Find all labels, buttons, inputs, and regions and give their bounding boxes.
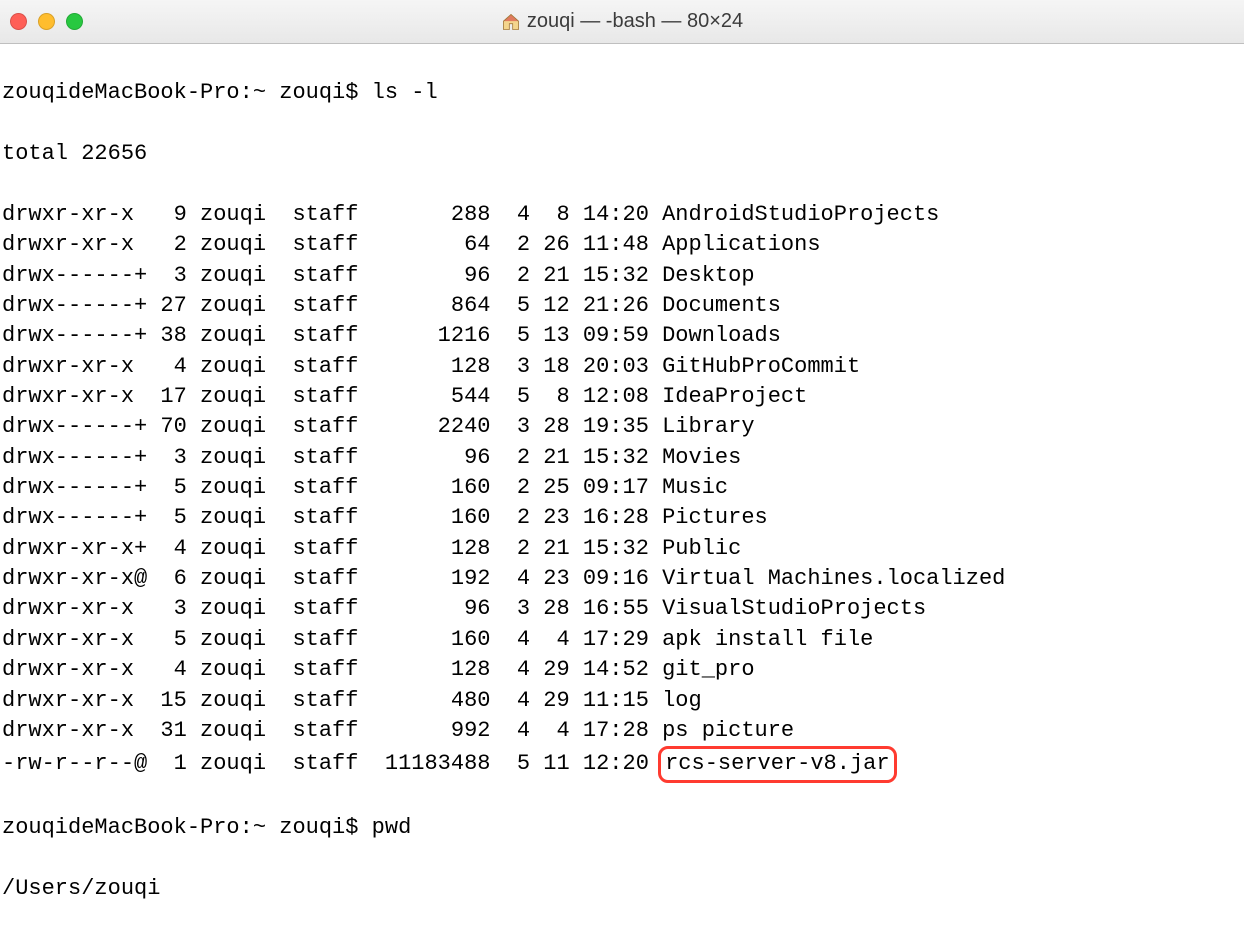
prompt-line: zouqideMacBook-Pro:~ zouqi$ ls -l: [2, 78, 1244, 108]
window-title: zouqi — -bash — 80×24: [0, 8, 1244, 36]
listing-filename: VisualStudioProjects: [662, 596, 926, 621]
listing-meta: drwxr-xr-x 31 zouqi staff 992 4 4 17:28: [2, 718, 662, 743]
listing-row: drwxr-xr-x 2 zouqi staff 64 2 26 11:48 A…: [2, 230, 1244, 260]
pwd-output: /Users/zouqi: [2, 874, 1244, 904]
listing-filename: ps picture: [662, 718, 794, 743]
listing-meta: drwxr-xr-x 4 zouqi staff 128 4 29 14:52: [2, 657, 662, 682]
listing-meta: drwxr-xr-x+ 4 zouqi staff 128 2 21 15:32: [2, 536, 662, 561]
listing-meta: drwxr-xr-x 5 zouqi staff 160 4 4 17:29: [2, 627, 662, 652]
listing-row: drwxr-xr-x 15 zouqi staff 480 4 29 11:15…: [2, 686, 1244, 716]
listing-row: drwx------+ 38 zouqi staff 1216 5 13 09:…: [2, 321, 1244, 351]
listing-filename: Applications: [662, 232, 820, 257]
listing-row: drwxr-xr-x+ 4 zouqi staff 128 2 21 15:32…: [2, 534, 1244, 564]
listing-filename: git_pro: [662, 657, 754, 682]
listing-filename: Virtual Machines.localized: [662, 566, 1005, 591]
listing-filename: Documents: [662, 293, 781, 318]
listing-meta: drwxr-xr-x 2 zouqi staff 64 2 26 11:48: [2, 232, 662, 257]
listing-meta: drwx------+ 5 zouqi staff 160 2 25 09:17: [2, 475, 662, 500]
listing-filename: Music: [662, 475, 728, 500]
file-listing: drwxr-xr-x 9 zouqi staff 288 4 8 14:20 A…: [2, 200, 1244, 783]
listing-meta: drwxr-xr-x 4 zouqi staff 128 3 18 20:03: [2, 354, 662, 379]
listing-row: drwx------+ 70 zouqi staff 2240 3 28 19:…: [2, 412, 1244, 442]
listing-filename: Pictures: [662, 505, 768, 530]
listing-row: drwxr-xr-x 3 zouqi staff 96 3 28 16:55 V…: [2, 594, 1244, 624]
listing-meta: drwx------+ 3 zouqi staff 96 2 21 15:32: [2, 263, 662, 288]
listing-row: drwxr-xr-x 4 zouqi staff 128 4 29 14:52 …: [2, 655, 1244, 685]
listing-row: drwxr-xr-x 9 zouqi staff 288 4 8 14:20 A…: [2, 200, 1244, 230]
traffic-lights: [10, 13, 83, 30]
total-line: total 22656: [2, 139, 1244, 169]
window-title-text: zouqi — -bash — 80×24: [527, 8, 743, 36]
listing-row: -rw-r--r--@ 1 zouqi staff 11183488 5 11 …: [2, 746, 1244, 782]
listing-filename: Downloads: [662, 323, 781, 348]
listing-row: drwxr-xr-x@ 6 zouqi staff 192 4 23 09:16…: [2, 564, 1244, 594]
listing-meta: drwx------+ 27 zouqi staff 864 5 12 21:2…: [2, 293, 662, 318]
listing-filename: apk install file: [662, 627, 873, 652]
terminal-output[interactable]: zouqideMacBook-Pro:~ zouqi$ ls -l total …: [0, 44, 1244, 934]
listing-row: drwx------+ 27 zouqi staff 864 5 12 21:2…: [2, 291, 1244, 321]
listing-meta: drwxr-xr-x 9 zouqi staff 288 4 8 14:20: [2, 202, 662, 227]
listing-row: drwx------+ 3 zouqi staff 96 2 21 15:32 …: [2, 443, 1244, 473]
listing-meta: drwx------+ 3 zouqi staff 96 2 21 15:32: [2, 445, 662, 470]
listing-meta: drwx------+ 5 zouqi staff 160 2 23 16:28: [2, 505, 662, 530]
listing-filename: Public: [662, 536, 741, 561]
highlighted-filename: rcs-server-v8.jar: [658, 746, 896, 782]
listing-row: drwxr-xr-x 4 zouqi staff 128 3 18 20:03 …: [2, 352, 1244, 382]
listing-meta: drwxr-xr-x@ 6 zouqi staff 192 4 23 09:16: [2, 566, 662, 591]
listing-filename: Library: [662, 414, 754, 439]
zoom-icon[interactable]: [66, 13, 83, 30]
listing-filename: Desktop: [662, 263, 754, 288]
prompt-line: zouqideMacBook-Pro:~ zouqi$ pwd: [2, 813, 1244, 843]
listing-filename: GitHubProCommit: [662, 354, 860, 379]
listing-meta: drwx------+ 38 zouqi staff 1216 5 13 09:…: [2, 323, 662, 348]
window-title-bar: zouqi — -bash — 80×24: [0, 0, 1244, 44]
listing-row: drwxr-xr-x 5 zouqi staff 160 4 4 17:29 a…: [2, 625, 1244, 655]
minimize-icon[interactable]: [38, 13, 55, 30]
listing-row: drwx------+ 5 zouqi staff 160 2 25 09:17…: [2, 473, 1244, 503]
close-icon[interactable]: [10, 13, 27, 30]
listing-filename: Movies: [662, 445, 741, 470]
listing-meta: drwxr-xr-x 17 zouqi staff 544 5 8 12:08: [2, 384, 662, 409]
listing-filename: IdeaProject: [662, 384, 807, 409]
listing-meta: drwxr-xr-x 15 zouqi staff 480 4 29 11:15: [2, 688, 662, 713]
listing-meta: drwxr-xr-x 3 zouqi staff 96 3 28 16:55: [2, 596, 662, 621]
listing-row: drwxr-xr-x 17 zouqi staff 544 5 8 12:08 …: [2, 382, 1244, 412]
listing-row: drwxr-xr-x 31 zouqi staff 992 4 4 17:28 …: [2, 716, 1244, 746]
listing-meta: drwx------+ 70 zouqi staff 2240 3 28 19:…: [2, 414, 662, 439]
listing-row: drwx------+ 5 zouqi staff 160 2 23 16:28…: [2, 503, 1244, 533]
listing-meta: -rw-r--r--@ 1 zouqi staff 11183488 5 11 …: [2, 751, 662, 776]
listing-row: drwx------+ 3 zouqi staff 96 2 21 15:32 …: [2, 261, 1244, 291]
listing-filename: log: [662, 688, 702, 713]
home-icon: [501, 12, 521, 32]
listing-filename: AndroidStudioProjects: [662, 202, 939, 227]
